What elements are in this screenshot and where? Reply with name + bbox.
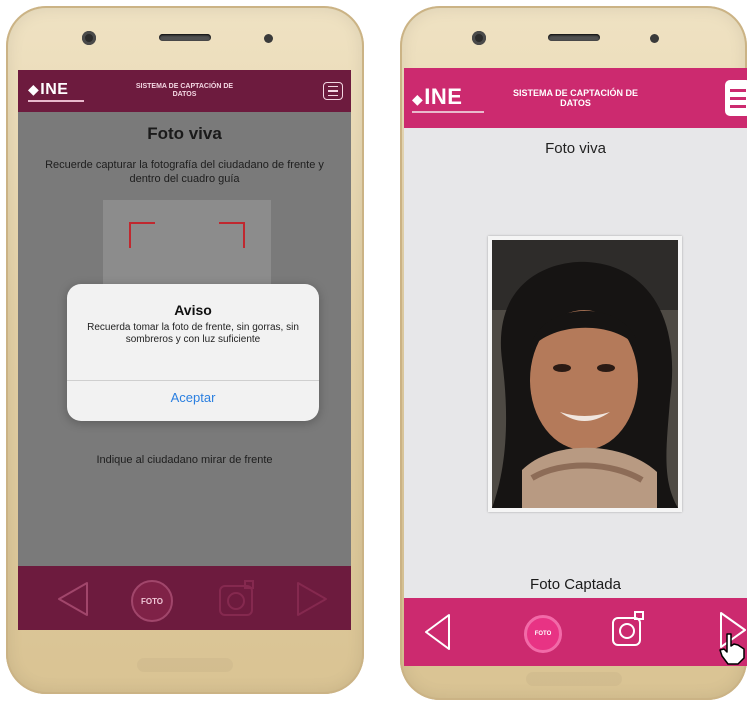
- front-camera-icon: [82, 31, 96, 45]
- speaker-grille: [159, 34, 211, 41]
- dialog-message: Recuerda tomar la foto de frente, sin go…: [87, 322, 299, 345]
- left-phone: ◆INE SISTEMA DE CAPTACIÓN DE DATOS Foto …: [6, 6, 364, 694]
- home-button[interactable]: [526, 672, 622, 686]
- page-title: Foto viva: [545, 140, 606, 157]
- right-screen: ◆INE SISTEMA DE CAPTACIÓN DE DATOS Foto …: [404, 68, 747, 666]
- ine-diamond-icon: ◆: [28, 80, 40, 97]
- bottom-toolbar: FOTO: [404, 598, 747, 666]
- bottom-toolbar: FOTO: [18, 566, 351, 630]
- ine-logo: ◆INE: [28, 81, 84, 102]
- camera-icon[interactable]: [610, 610, 646, 650]
- take-photo-button[interactable]: FOTO: [131, 580, 173, 622]
- instructions-text: Recuerde capturar la fotografía del ciud…: [45, 159, 324, 185]
- ine-diamond-icon: ◆: [412, 90, 424, 107]
- menu-button[interactable]: [323, 82, 343, 100]
- right-phone: ◆INE SISTEMA DE CAPTACIÓN DE DATOS Foto …: [400, 6, 747, 700]
- hint-text: Indique al ciudadano mirar de frente: [96, 454, 273, 466]
- hand-pointer-icon: [719, 633, 745, 665]
- guide-corner-top-left: [129, 222, 155, 248]
- portrait-image: [492, 240, 678, 508]
- back-arrow-icon[interactable]: [422, 612, 452, 652]
- captured-photo: [488, 236, 682, 512]
- dialog-title: Aviso: [174, 302, 212, 318]
- speaker-grille: [547, 34, 600, 41]
- take-photo-button[interactable]: FOTO: [524, 615, 562, 653]
- photo-caption: Foto Captada: [530, 576, 621, 593]
- sensor-icon: [264, 34, 273, 43]
- app-header: ◆INE SISTEMA DE CAPTACIÓN DE DATOS: [18, 70, 351, 112]
- guide-corner-top-right: [219, 222, 245, 248]
- next-arrow-icon[interactable]: [295, 580, 331, 618]
- notice-dialog: Aviso Recuerda tomar la foto de frente, …: [67, 284, 319, 421]
- camera-icon[interactable]: [217, 580, 257, 618]
- page-title: Foto viva: [147, 124, 222, 143]
- app-header: ◆INE SISTEMA DE CAPTACIÓN DE DATOS: [404, 68, 747, 128]
- system-title: SISTEMA DE CAPTACIÓN DE DATOS: [135, 83, 234, 98]
- ine-logo: ◆INE: [412, 84, 484, 113]
- system-title: SISTEMA DE CAPTACIÓN DE DATOS: [512, 88, 638, 108]
- accept-button[interactable]: Aceptar: [67, 390, 319, 405]
- back-arrow-icon[interactable]: [54, 580, 90, 618]
- home-button[interactable]: [137, 658, 233, 672]
- sensor-icon: [650, 34, 659, 43]
- menu-button[interactable]: [725, 80, 747, 116]
- front-camera-icon: [472, 31, 486, 45]
- dialog-divider: [67, 380, 319, 381]
- left-screen: ◆INE SISTEMA DE CAPTACIÓN DE DATOS Foto …: [18, 70, 351, 630]
